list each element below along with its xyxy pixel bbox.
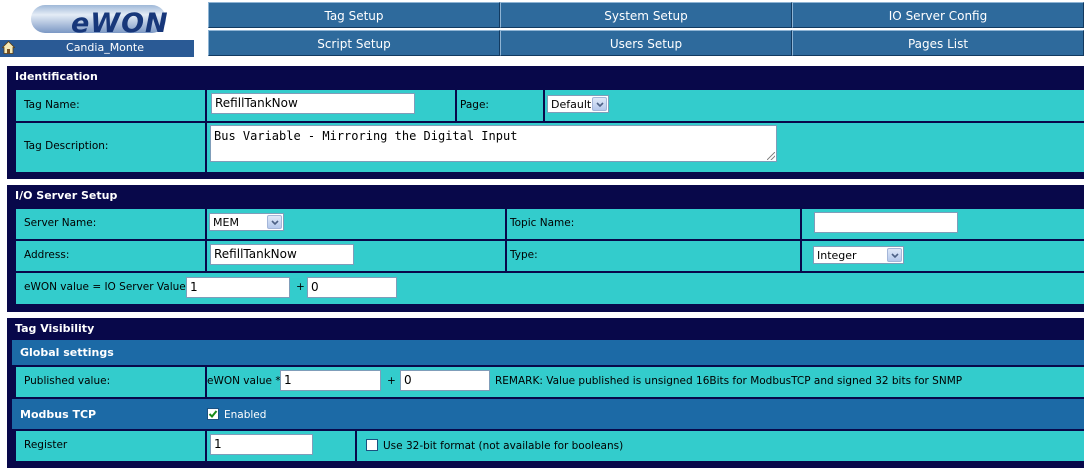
register-input[interactable]: 1: [210, 434, 313, 455]
check-icon: [208, 410, 218, 418]
logo-text: eWON: [71, 8, 169, 39]
page-label: Page:: [460, 99, 489, 111]
tag-name-value-cell: RefillTankNow: [207, 90, 455, 121]
server-name-select[interactable]: MEM: [209, 213, 284, 231]
tag-visibility-panel: Tag Visibility Global settings Published…: [7, 318, 1084, 468]
published-value-label: Published value:: [24, 375, 111, 387]
plus-sign: +: [296, 281, 305, 293]
scale-label: eWON value = IO Server Value *: [24, 281, 195, 293]
scale-input[interactable]: 1: [186, 277, 290, 298]
global-settings-header: Global settings: [12, 340, 1084, 365]
published-remark: REMARK: Value published is unsigned 16Bi…: [495, 375, 963, 387]
site-name: Candia_Monte: [66, 41, 144, 54]
type-select[interactable]: Integer: [813, 246, 904, 264]
tag-description-textarea[interactable]: Bus Variable - Mirroring the Digital Inp…: [210, 125, 777, 162]
nav-io-server-config[interactable]: IO Server Config: [792, 2, 1084, 28]
site-bar: Candia_Monte: [0, 40, 194, 57]
page-label-cell: Page:: [457, 90, 543, 121]
tag-description-label: Tag Description:: [24, 140, 109, 152]
server-name-label: Server Name:: [24, 217, 97, 229]
published-scale-input[interactable]: 1: [280, 370, 381, 391]
modbus-tcp-header: Modbus TCP Enabled: [12, 399, 1084, 429]
topic-name-input[interactable]: [814, 212, 958, 233]
address-label-cell: Address:: [16, 241, 205, 271]
page-select[interactable]: Default: [547, 95, 609, 113]
address-input[interactable]: RefillTankNow: [210, 244, 354, 265]
tag-visibility-title: Tag Visibility: [15, 322, 95, 335]
address-value-cell: RefillTankNow: [207, 241, 505, 271]
nav-users-setup[interactable]: Users Setup: [500, 30, 792, 56]
type-label-cell: Type:: [507, 241, 800, 271]
type-select-value: Integer: [817, 249, 857, 262]
modbus-enabled-label: Enabled: [224, 409, 267, 421]
server-name-value-cell: MEM: [207, 209, 505, 239]
logo-area: eWON Candia_Monte: [0, 0, 208, 60]
modbus-tcp-label: Modbus TCP: [20, 408, 97, 421]
register-label: Register: [24, 439, 68, 451]
published-offset-input[interactable]: 0: [400, 370, 490, 391]
published-value-label-cell: Published value:: [16, 367, 205, 397]
topic-name-label-cell: Topic Name:: [507, 209, 800, 239]
nav-pages-list[interactable]: Pages List: [792, 30, 1084, 56]
nav-system-setup[interactable]: System Setup: [500, 2, 792, 28]
use32-checkbox[interactable]: [366, 439, 378, 451]
identification-title: Identification: [15, 70, 98, 83]
chevron-down-icon[interactable]: [592, 97, 607, 111]
global-settings-label: Global settings: [20, 346, 114, 359]
nav-tag-setup[interactable]: Tag Setup: [208, 2, 500, 28]
tag-name-input[interactable]: RefillTankNow: [211, 93, 415, 114]
type-label: Type:: [510, 249, 538, 261]
tag-description-label-cell: Tag Description:: [16, 123, 205, 172]
published-plus-sign: +: [387, 375, 396, 387]
register-label-cell: Register: [16, 431, 205, 461]
register-value-cell: 1: [207, 431, 355, 461]
resize-grip-icon[interactable]: [767, 152, 775, 160]
chevron-down-icon[interactable]: [267, 215, 282, 229]
use32-label: Use 32-bit format (not available for boo…: [383, 440, 624, 452]
address-label: Address:: [24, 249, 70, 261]
server-name-label-cell: Server Name:: [16, 209, 205, 239]
io-server-panel: I/O Server Setup Server Name: MEM Topic …: [7, 185, 1084, 312]
type-value-cell: Integer: [802, 241, 1084, 271]
tag-description-value-cell: Bus Variable - Mirroring the Digital Inp…: [207, 123, 1084, 172]
server-name-select-value: MEM: [213, 216, 239, 229]
topic-name-label: Topic Name:: [510, 217, 575, 229]
chevron-down-icon[interactable]: [887, 248, 902, 262]
ewon-logo: eWON: [31, 5, 168, 39]
io-server-title: I/O Server Setup: [15, 189, 118, 202]
offset-input[interactable]: 0: [307, 277, 397, 298]
topic-name-value-cell: [802, 209, 1084, 239]
tag-name-label: Tag Name:: [24, 99, 80, 111]
tag-name-label-cell: Tag Name:: [16, 90, 205, 121]
published-value-cell: eWON value * 1 + 0 REMARK: Value publish…: [207, 367, 1084, 397]
modbus-enabled-checkbox[interactable]: [207, 408, 219, 420]
tag-description-text: Bus Variable - Mirroring the Digital Inp…: [214, 129, 518, 143]
use32-cell: Use 32-bit format (not available for boo…: [357, 431, 1084, 461]
scale-row-cell: eWON value = IO Server Value * 1 + 0: [16, 273, 1084, 304]
page-value-cell: Default: [545, 90, 1084, 121]
page-select-value: Default: [551, 98, 592, 111]
identification-panel: Identification Tag Name: RefillTankNow P…: [7, 66, 1084, 179]
nav-script-setup[interactable]: Script Setup: [208, 30, 500, 56]
ewon-value-label: eWON value *: [207, 375, 281, 387]
